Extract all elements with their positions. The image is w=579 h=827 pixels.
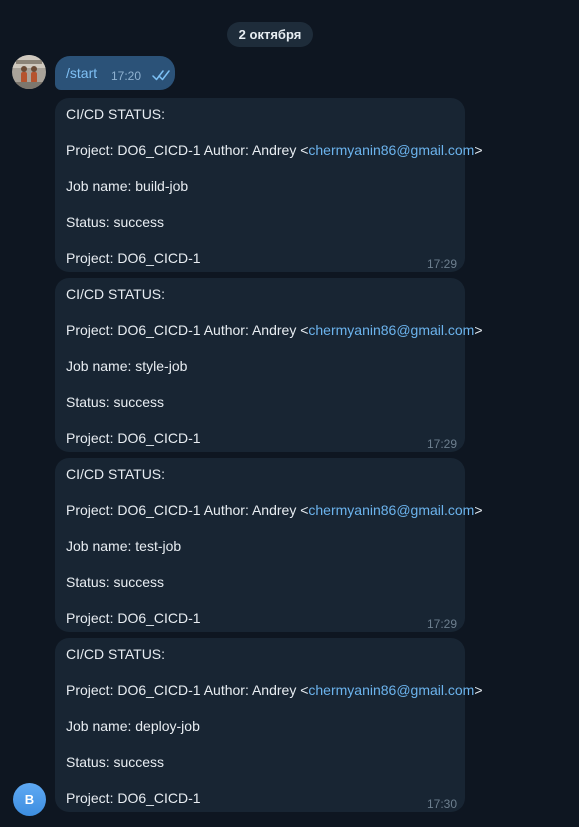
status-line: Status: success <box>66 574 165 590</box>
message-title: CI/CD STATUS: <box>66 286 166 302</box>
message-time: 17:29 <box>426 257 457 271</box>
project-line: Project: DO6_CICD-1 <box>66 250 201 266</box>
author-line: Project: DO6_CICD-1 Author: Andrey <cher… <box>66 682 483 698</box>
author-line: Project: DO6_CICD-1 Author: Andrey <cher… <box>66 142 483 158</box>
message-time: 17:30 <box>426 797 457 811</box>
status-message[interactable]: CI/CD STATUS: Project: DO6_CICD-1 Author… <box>55 98 483 272</box>
status-message[interactable]: CI/CD STATUS: Project: DO6_CICD-1 Author… <box>55 458 483 632</box>
job-name-line: Job name: style-job <box>66 358 188 374</box>
status-line: Status: success <box>66 754 165 770</box>
message-title: CI/CD STATUS: <box>66 646 166 662</box>
email-link[interactable]: chermyanin86@gmail.com <box>308 502 474 518</box>
message-time: 17:29 <box>426 437 457 451</box>
author-line-prefix: Project: DO6_CICD-1 Author: Andrey < <box>66 502 309 518</box>
job-name-line: Job name: test-job <box>66 538 182 554</box>
message-time: 17:20 <box>111 69 142 83</box>
status-message[interactable]: CI/CD STATUS: Project: DO6_CICD-1 Author… <box>55 638 483 812</box>
author-line: Project: DO6_CICD-1 Author: Andrey <cher… <box>66 322 483 338</box>
project-line: Project: DO6_CICD-1 <box>66 430 201 446</box>
author-line-prefix: Project: DO6_CICD-1 Author: Andrey < <box>66 322 309 338</box>
author-line-prefix: Project: DO6_CICD-1 Author: Andrey < <box>66 682 309 698</box>
user-avatar-image <box>12 55 46 89</box>
project-line: Project: DO6_CICD-1 <box>66 610 201 626</box>
date-separator: 2 октября <box>227 22 313 47</box>
message-title: CI/CD STATUS: <box>66 466 166 482</box>
project-line: Project: DO6_CICD-1 <box>66 790 201 806</box>
message-time: 17:29 <box>426 617 457 631</box>
status-message[interactable]: CI/CD STATUS: Project: DO6_CICD-1 Author… <box>55 278 483 452</box>
outgoing-message[interactable]: /start 17:20 <box>55 56 175 90</box>
author-line-suffix: > <box>474 322 483 338</box>
status-line: Status: success <box>66 394 165 410</box>
bot-avatar-letter: B <box>24 792 35 807</box>
date-label: 2 октября <box>238 27 302 42</box>
author-line-suffix: > <box>474 682 483 698</box>
job-name-line: Job name: deploy-job <box>66 718 200 734</box>
double-check-read-icon <box>152 70 170 81</box>
email-link[interactable]: chermyanin86@gmail.com <box>308 322 474 338</box>
job-name-line: Job name: build-job <box>66 178 189 194</box>
email-link[interactable]: chermyanin86@gmail.com <box>308 682 474 698</box>
user-avatar[interactable] <box>12 55 46 89</box>
author-line-prefix: Project: DO6_CICD-1 Author: Andrey < <box>66 142 309 158</box>
author-line-suffix: > <box>474 142 483 158</box>
author-line: Project: DO6_CICD-1 Author: Andrey <cher… <box>66 502 483 518</box>
message-title: CI/CD STATUS: <box>66 106 166 122</box>
status-line: Status: success <box>66 214 165 230</box>
command-text[interactable]: /start <box>66 65 97 81</box>
bot-avatar[interactable]: B <box>13 783 46 816</box>
email-link[interactable]: chermyanin86@gmail.com <box>308 142 474 158</box>
author-line-suffix: > <box>474 502 483 518</box>
